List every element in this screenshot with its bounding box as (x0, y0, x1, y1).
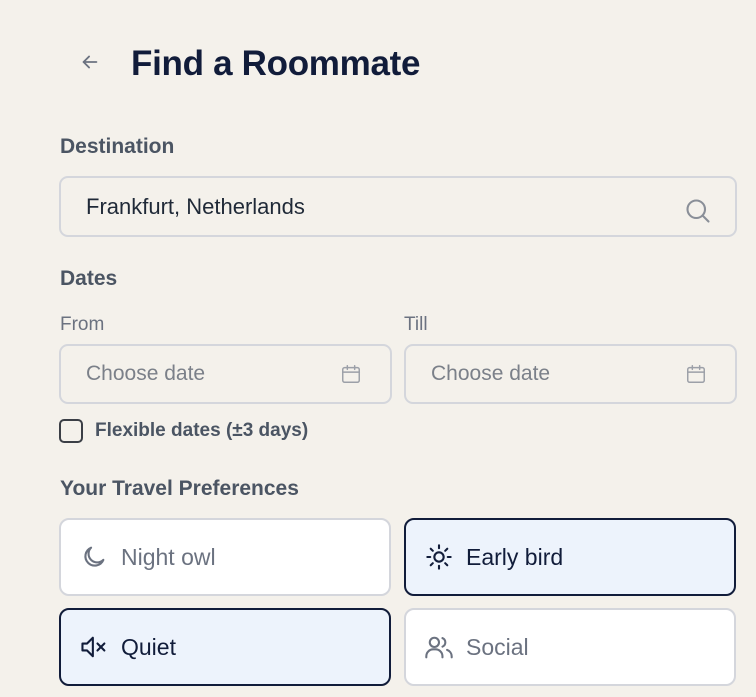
from-label: From (60, 314, 105, 335)
destination-label: Destination (60, 135, 175, 158)
back-button[interactable] (72, 44, 108, 80)
moon-icon (79, 542, 109, 572)
search-icon[interactable] (683, 196, 713, 226)
till-label: Till (404, 314, 428, 335)
pref-label: Early bird (466, 543, 564, 570)
calendar-icon[interactable] (684, 362, 708, 386)
pref-night-owl[interactable]: Night owl (59, 518, 391, 596)
pref-social[interactable]: Social (404, 608, 736, 686)
flexible-dates-label: Flexible dates (±3 days) (95, 420, 309, 441)
dates-label: Dates (60, 267, 118, 290)
pref-quiet[interactable]: Quiet (59, 608, 391, 686)
preferences-label: Your Travel Preferences (60, 477, 299, 500)
flexible-dates-checkbox[interactable] (59, 419, 83, 443)
sun-icon (424, 542, 454, 572)
till-date-placeholder: Choose date (431, 362, 551, 385)
calendar-icon[interactable] (339, 362, 363, 386)
pref-label: Social (466, 633, 529, 660)
pref-label: Quiet (121, 633, 176, 660)
destination-value: Frankfurt, Netherlands (86, 193, 305, 219)
users-icon (424, 632, 454, 662)
from-date-field[interactable]: Choose date (59, 344, 392, 404)
flexible-dates-row[interactable]: Flexible dates (±3 days) (59, 419, 308, 443)
page-title: Find a Roommate (131, 44, 421, 83)
till-date-field[interactable]: Choose date (404, 344, 737, 404)
find-roommate-page: Find a Roommate Destination Frankfurt, N… (0, 0, 756, 697)
destination-input[interactable]: Frankfurt, Netherlands (59, 176, 737, 237)
pref-label: Night owl (121, 543, 216, 570)
volume-mute-icon (79, 632, 109, 662)
from-date-placeholder: Choose date (86, 362, 206, 385)
pref-early-bird[interactable]: Early bird (404, 518, 736, 596)
arrow-left-icon (82, 55, 98, 69)
